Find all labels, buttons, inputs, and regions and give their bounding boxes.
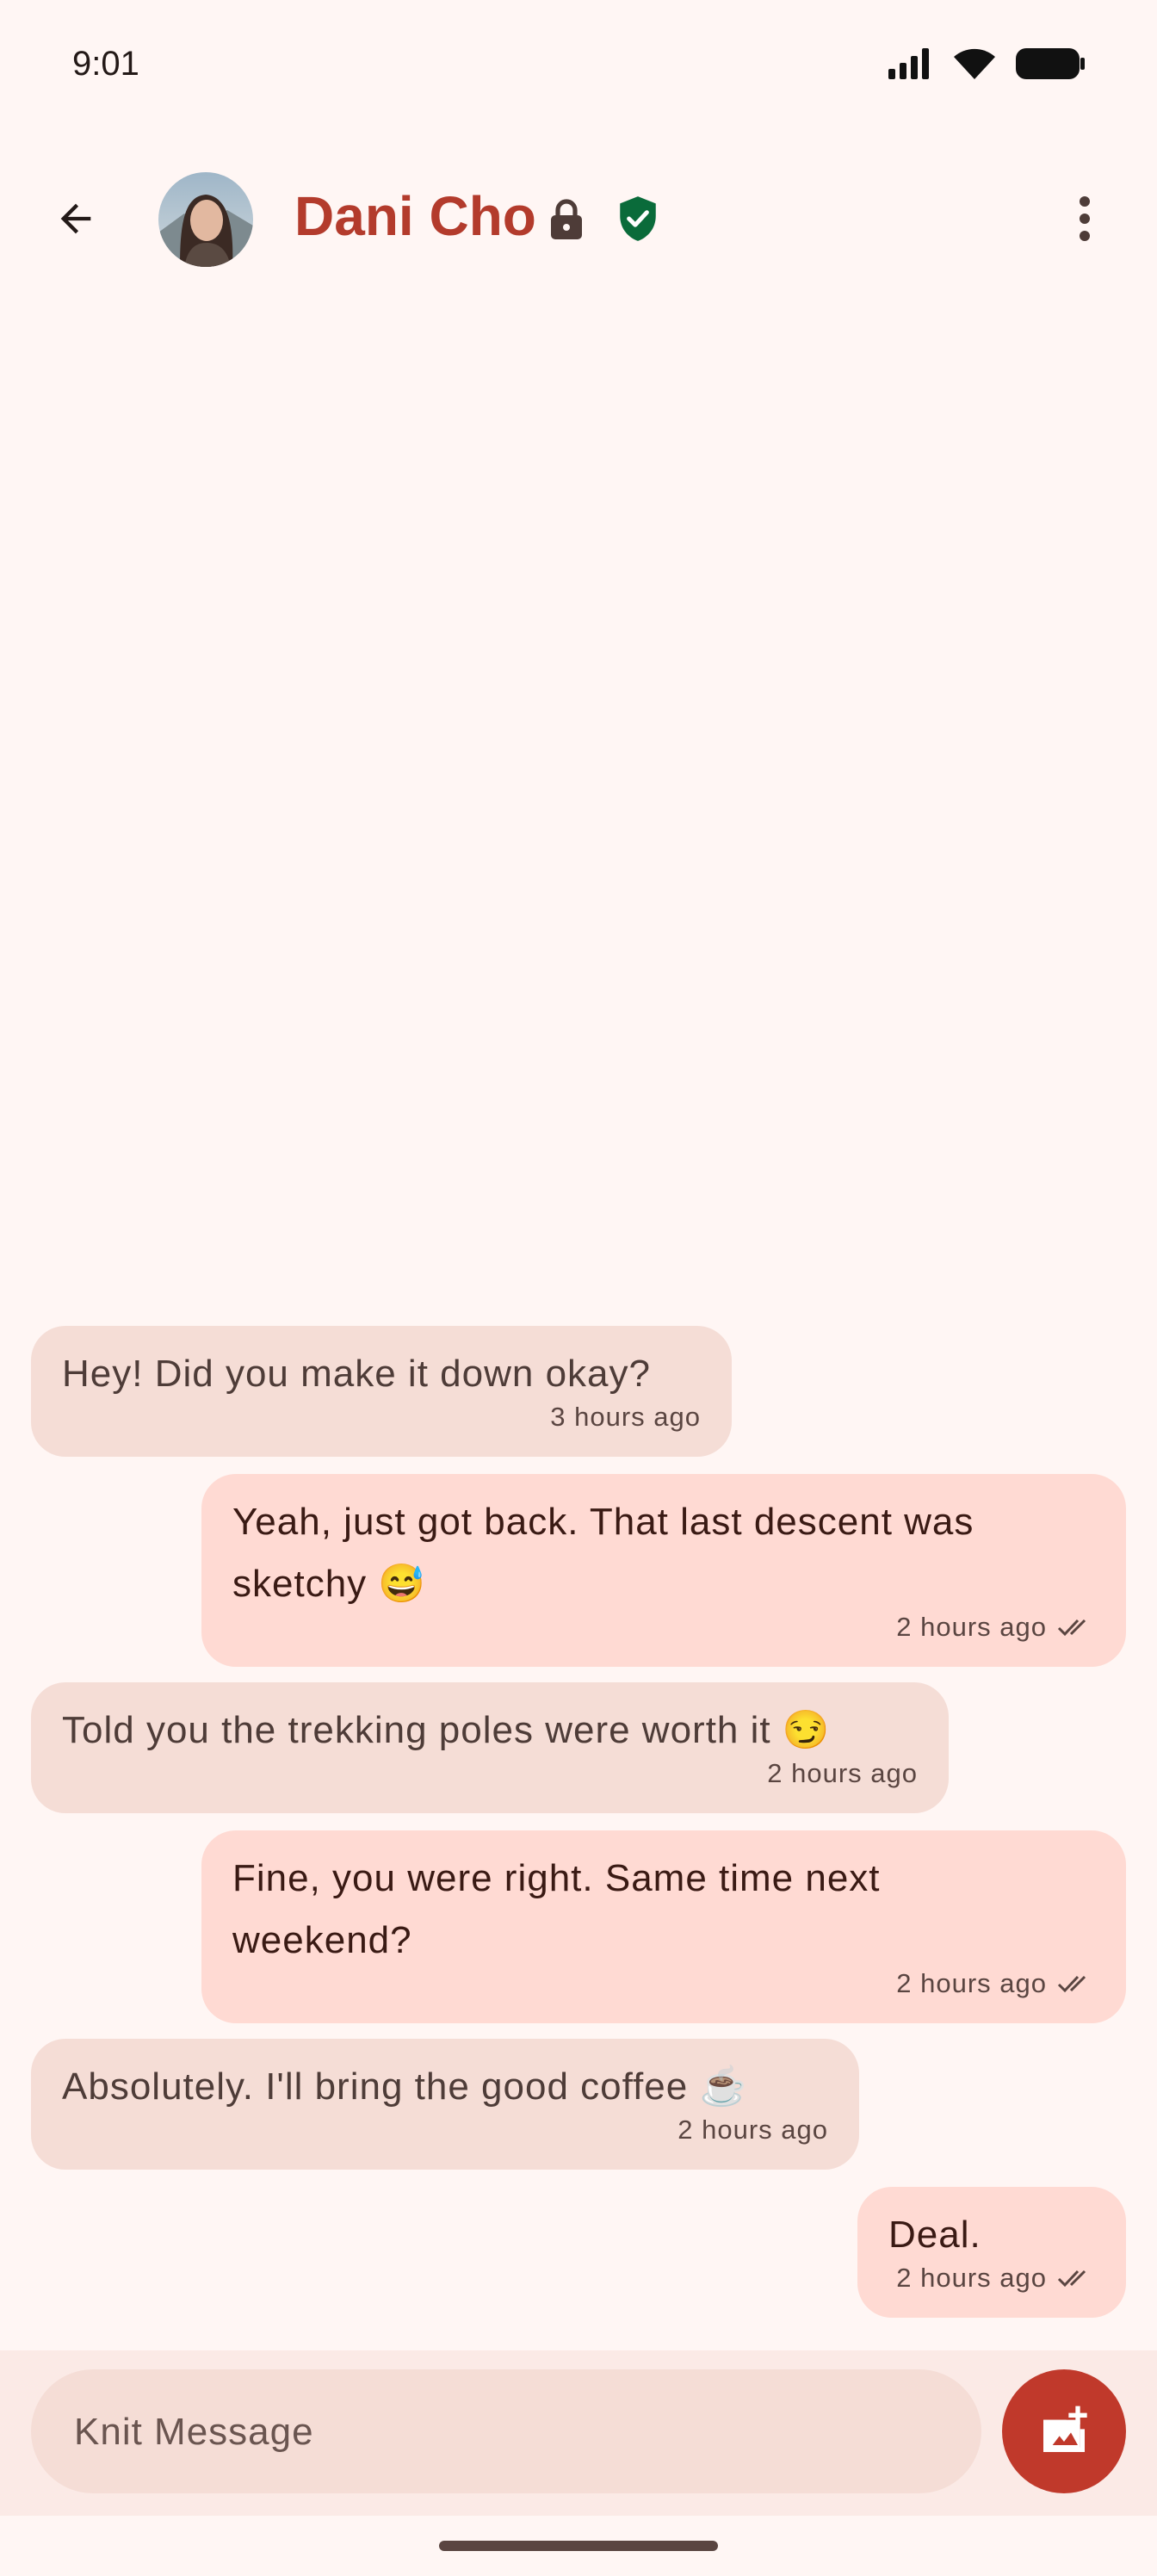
signal-icon <box>888 48 929 79</box>
back-arrow-icon <box>60 203 91 234</box>
contact-name[interactable]: Dani Cho <box>294 184 536 248</box>
message-meta: 3 hours ago <box>550 1402 701 1433</box>
message-bubble-outgoing[interactable]: Yeah, just got back. That last descent w… <box>201 1474 1126 1667</box>
message-text: Told you the trekking poles were worth i… <box>62 1709 831 1751</box>
message-bubble-incoming[interactable]: Told you the trekking poles were worth i… <box>31 1682 949 1813</box>
wifi-icon <box>954 48 995 79</box>
message-meta: 2 hours ago <box>896 1612 1095 1643</box>
more-options-button[interactable] <box>1043 177 1126 260</box>
message-bubble-incoming[interactable]: Hey! Did you make it down okay? 3 hours … <box>31 1326 732 1457</box>
message-meta: 2 hours ago <box>896 1968 1095 1999</box>
message-meta: 2 hours ago <box>896 2263 1095 2294</box>
message-time: 2 hours ago <box>677 2115 828 2145</box>
message-input[interactable] <box>72 2369 937 2495</box>
add-photo-button[interactable] <box>1002 2369 1126 2493</box>
message-time: 2 hours ago <box>896 1968 1047 1998</box>
message-input-container[interactable] <box>31 2369 981 2495</box>
message-text: Hey! Did you make it down okay? <box>62 1353 651 1395</box>
message-text: Absolutely. I'll bring the good coffee ☕ <box>62 2065 748 2108</box>
message-meta: 2 hours ago <box>767 1758 918 1789</box>
message-time: 2 hours ago <box>767 1758 918 1788</box>
lock-icon <box>551 199 582 239</box>
message-composer <box>0 2350 1157 2516</box>
more-vert-icon <box>1080 196 1090 241</box>
message-time: 3 hours ago <box>550 1402 701 1432</box>
message-text: Fine, you were right. Same time next wee… <box>232 1857 892 1961</box>
message-bubble-outgoing[interactable]: Deal. 2 hours ago <box>857 2187 1126 2318</box>
message-time: 2 hours ago <box>896 2263 1047 2293</box>
verified-shield-icon <box>620 196 656 241</box>
conversation-header: Dani Cho <box>0 134 1157 303</box>
message-text: Deal. <box>888 2214 981 2256</box>
contact-photo <box>158 172 253 267</box>
message-time: 2 hours ago <box>896 1612 1047 1642</box>
home-indicator[interactable] <box>439 2541 718 2551</box>
read-check-icon <box>1057 1619 1086 1637</box>
status-time: 9:01 <box>72 45 139 83</box>
avatar[interactable] <box>158 172 253 267</box>
message-text: Yeah, just got back. That last descent w… <box>232 1501 986 1605</box>
message-bubble-incoming[interactable]: Absolutely. I'll bring the good coffee ☕… <box>31 2039 859 2170</box>
message-bubble-outgoing[interactable]: Fine, you were right. Same time next wee… <box>201 1830 1126 2023</box>
message-meta: 2 hours ago <box>677 2115 828 2146</box>
battery-icon <box>1016 48 1085 79</box>
add-photo-icon <box>1043 2406 1087 2452</box>
read-check-icon <box>1057 1975 1086 1993</box>
read-check-icon <box>1057 2269 1086 2288</box>
status-bar: 9:01 <box>0 0 1157 134</box>
status-icons <box>888 46 1085 81</box>
back-button[interactable] <box>34 177 117 260</box>
